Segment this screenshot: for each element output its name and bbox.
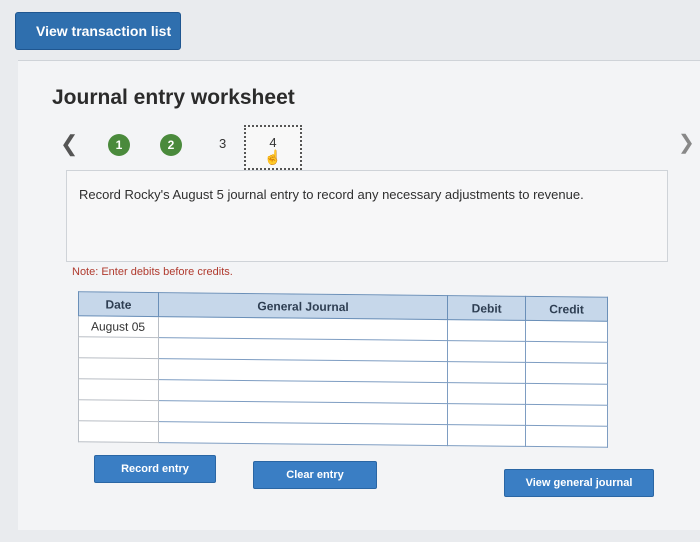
note-text: Note: Enter debits before credits. bbox=[72, 266, 233, 278]
credit-cell[interactable] bbox=[525, 362, 608, 385]
date-cell[interactable] bbox=[78, 336, 159, 359]
worksheet-title: Journal entry worksheet bbox=[52, 86, 295, 109]
pointer-hand-icon: ☝ bbox=[264, 149, 282, 165]
step-3[interactable]: 3 bbox=[219, 136, 226, 151]
credit-cell[interactable] bbox=[525, 425, 608, 448]
chevron-right-icon[interactable]: ❯ bbox=[678, 130, 695, 155]
account-cell[interactable] bbox=[158, 379, 448, 404]
credit-cell[interactable] bbox=[525, 404, 608, 427]
header-debit: Debit bbox=[447, 295, 526, 321]
step-1[interactable]: 1 bbox=[108, 134, 130, 156]
credit-cell[interactable] bbox=[525, 383, 608, 406]
step-2[interactable]: 2 bbox=[160, 134, 182, 156]
clear-entry-button[interactable]: Clear entry bbox=[253, 461, 377, 489]
header-credit: Credit bbox=[525, 296, 608, 322]
account-cell[interactable] bbox=[158, 400, 448, 425]
debit-cell[interactable] bbox=[447, 403, 526, 426]
date-cell[interactable] bbox=[78, 399, 159, 422]
header-date: Date bbox=[78, 291, 159, 317]
account-cell[interactable] bbox=[158, 316, 448, 341]
date-cell[interactable] bbox=[78, 420, 159, 443]
journal-table: Date General Journal Debit Credit August… bbox=[78, 291, 608, 448]
header-general-journal: General Journal bbox=[158, 292, 448, 320]
credit-cell[interactable] bbox=[525, 320, 608, 343]
credit-cell[interactable] bbox=[525, 341, 608, 364]
debit-cell[interactable] bbox=[447, 382, 526, 405]
prompt-text: Record Rocky's August 5 journal entry to… bbox=[79, 187, 584, 202]
debit-cell[interactable] bbox=[447, 361, 526, 384]
step-4-label: 4 bbox=[269, 135, 277, 150]
date-cell[interactable] bbox=[78, 378, 159, 401]
date-cell[interactable] bbox=[78, 357, 159, 380]
step-1-label: 1 bbox=[115, 138, 123, 152]
date-cell[interactable]: August 05 bbox=[78, 315, 159, 338]
debit-cell[interactable] bbox=[447, 424, 526, 447]
account-cell[interactable] bbox=[158, 421, 448, 446]
question-prompt: Record Rocky's August 5 journal entry to… bbox=[66, 170, 668, 262]
view-transaction-list-button[interactable]: View transaction list bbox=[15, 12, 181, 50]
debit-cell[interactable] bbox=[447, 340, 526, 363]
account-cell[interactable] bbox=[158, 337, 448, 362]
step-2-label: 2 bbox=[167, 138, 175, 152]
debit-cell[interactable] bbox=[447, 319, 526, 342]
chevron-left-icon[interactable]: ❮ bbox=[60, 131, 78, 157]
record-entry-button[interactable]: Record entry bbox=[94, 455, 216, 483]
step-4[interactable]: 4 ☝ bbox=[244, 125, 302, 170]
account-cell[interactable] bbox=[158, 358, 448, 383]
view-general-journal-button[interactable]: View general journal bbox=[504, 469, 654, 497]
